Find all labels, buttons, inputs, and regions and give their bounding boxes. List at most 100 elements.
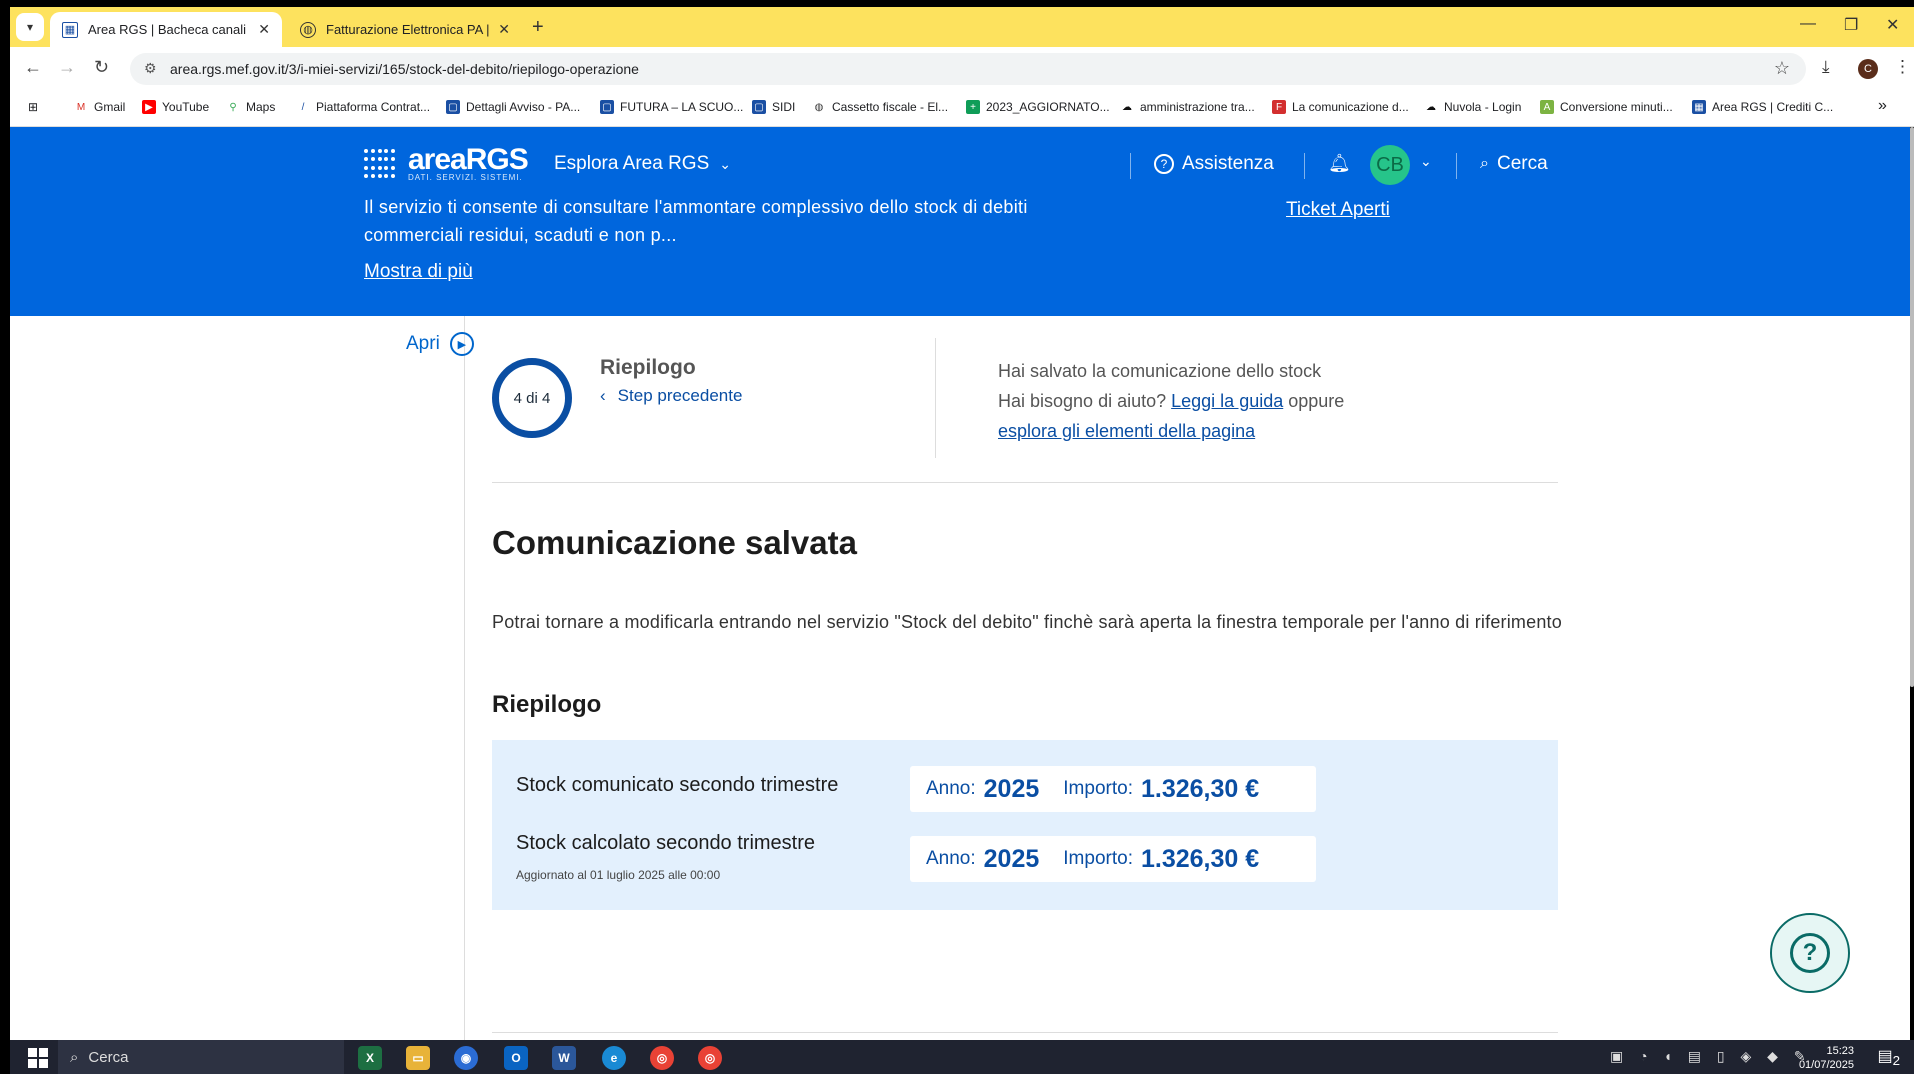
explore-elements-link[interactable]: esplora gli elementi della pagina xyxy=(998,421,1255,441)
chrome-profile-icon[interactable]: ◎ xyxy=(698,1046,722,1070)
apps-grid-icon[interactable]: ⊞ xyxy=(28,100,38,114)
menu-kebab-icon[interactable]: ⋮ xyxy=(1894,57,1911,77)
bookmark-youtube[interactable]: ▶ YouTube xyxy=(142,100,209,114)
open-tickets-link[interactable]: Ticket Aperti xyxy=(1286,199,1390,221)
bookmark-conversione[interactable]: A Conversione minuti... xyxy=(1540,100,1673,114)
step-progress-ring: 4 di 4 xyxy=(492,358,572,438)
main-content: Apri ▶ 4 di 4 Riepilogo ‹ Step precedente… xyxy=(10,316,1910,1040)
service-description: Il servizio ti consente di consultare l'… xyxy=(364,197,1028,245)
chrome-icon[interactable]: ◎ xyxy=(650,1046,674,1070)
globe-icon: ◍ xyxy=(300,21,316,38)
question-icon: ? xyxy=(1790,933,1830,973)
tab-search-button[interactable]: ▾ xyxy=(16,13,44,41)
page-icon: ▢ xyxy=(600,100,614,114)
youtube-icon: ▶ xyxy=(142,100,156,114)
value-pill: Anno: 2025 Importo: 1.326,30 € xyxy=(910,766,1316,812)
user-avatar[interactable]: CB xyxy=(1370,145,1410,185)
windows-taskbar: ⌕ Cerca X ▭ ◉ O W e ◎ ◎ ▣ ◔ ◖ ▤ ▯ ◈ ◆ ✎ … xyxy=(10,1040,1914,1074)
profile-avatar[interactable]: C xyxy=(1858,59,1878,79)
guide-link[interactable]: Leggi la guida xyxy=(1171,391,1283,411)
fa-icon: F xyxy=(1272,100,1286,114)
logo-dots-icon xyxy=(364,148,396,181)
minimize-icon[interactable]: — xyxy=(1800,15,1816,33)
logo-text: areaRGS xyxy=(408,143,529,176)
logo-subtitle: DATI. SERVIZI. SISTEMI. xyxy=(408,173,523,182)
sidebar-open-button[interactable]: Apri ▶ xyxy=(406,332,474,356)
show-more-link[interactable]: Mostra di più xyxy=(364,261,473,283)
conversion-icon: A xyxy=(1540,100,1554,114)
file-explorer-icon[interactable]: ▭ xyxy=(406,1046,430,1070)
close-icon[interactable]: ✕ xyxy=(258,21,270,38)
reload-icon[interactable]: ↻ xyxy=(94,57,109,78)
excel-icon[interactable]: X xyxy=(358,1046,382,1070)
notification-center-icon[interactable]: ▤2 xyxy=(1877,1046,1900,1068)
summary-title: Riepilogo xyxy=(492,691,602,718)
tab-fatturazione[interactable]: ◍ Fatturazione Elettronica PA | Ge ✕ xyxy=(288,12,522,47)
info-paragraph: Potrai tornare a modificarla entrando ne… xyxy=(492,612,1562,632)
bookmark-dettagli-avviso[interactable]: ▢ Dettagli Avviso - PA... xyxy=(446,100,580,114)
bookmark-star-icon[interactable]: ☆ xyxy=(1774,58,1790,79)
amount-value: 1.326,30 € xyxy=(1140,774,1260,803)
question-circle-icon: ? xyxy=(1154,154,1174,174)
summary-box: Stock comunicato secondo trimestre Anno:… xyxy=(492,740,1558,910)
help-fab-button[interactable]: ? xyxy=(1770,913,1850,993)
bookmark-nuvola[interactable]: ☁ Nuvola - Login xyxy=(1424,100,1521,114)
saved-message: Hai salvato la comunicazione dello stock xyxy=(998,361,1322,381)
search-icon: ⌕ xyxy=(70,1048,79,1066)
tab-title: Area RGS | Bacheca canali xyxy=(88,22,247,37)
explore-menu[interactable]: Esplora Area RGS ⌄ xyxy=(554,153,731,175)
clock[interactable]: 15:23 01/07/2025 xyxy=(1799,1044,1854,1072)
divider xyxy=(492,1032,1558,1033)
assistance-link[interactable]: ? Assistenza xyxy=(1154,153,1274,175)
divider xyxy=(492,482,1558,483)
close-icon[interactable]: ✕ xyxy=(498,21,510,38)
gmail-icon: M xyxy=(76,101,86,113)
page-title: Comunicazione salvata xyxy=(492,524,857,561)
area-rgs-logo[interactable]: areaRGS DATI. SERVIZI. SISTEMI. xyxy=(364,143,529,182)
forward-arrow-icon[interactable]: → xyxy=(58,57,76,78)
bookmark-area-rgs-crediti[interactable]: ▦ Area RGS | Crediti C... xyxy=(1692,100,1833,114)
outlook-icon[interactable]: O xyxy=(504,1046,528,1070)
search-link[interactable]: ⌕ Cerca xyxy=(1480,153,1548,175)
bookmark-piattaforma[interactable]: / Piattaforma Contrat... xyxy=(296,100,430,114)
help-box: Hai salvato la comunicazione dello stock… xyxy=(998,356,1344,446)
close-window-icon[interactable]: ✕ xyxy=(1886,15,1899,35)
more-bookmarks-icon[interactable]: » xyxy=(1878,97,1887,115)
step-counter: 4 di 4 xyxy=(513,389,551,407)
app-icon[interactable]: ◉ xyxy=(454,1046,478,1070)
back-arrow-icon[interactable]: ← xyxy=(24,57,42,78)
bookmark-maps[interactable]: ⚲ Maps xyxy=(226,100,275,114)
word-icon[interactable]: W xyxy=(552,1046,576,1070)
site-settings-icon[interactable]: ⚙ xyxy=(144,60,157,77)
download-icon[interactable]: ⤓ xyxy=(1822,57,1830,77)
area-rgs-favicon-icon: ▦ xyxy=(62,21,78,38)
year-value: 2025 xyxy=(983,844,1040,873)
bookmark-2023-aggiornato[interactable]: +2023_AGGIORNATO... xyxy=(966,100,1110,114)
bookmark-amministrazione[interactable]: ☁ amministrazione tra... xyxy=(1120,100,1255,114)
windows-start-icon[interactable] xyxy=(28,1048,48,1068)
address-bar[interactable]: ⚙ area.rgs.mef.gov.it/3/i-miei-servizi/1… xyxy=(130,53,1806,85)
taskbar-search[interactable]: ⌕ Cerca xyxy=(58,1040,344,1074)
bookmark-comunicazione[interactable]: F La comunicazione d... xyxy=(1272,100,1409,114)
divider xyxy=(935,338,936,458)
row-label: Stock calcolato secondo trimestre xyxy=(516,832,816,854)
page-scrollbar[interactable] xyxy=(1910,127,1914,687)
tab-title: Fatturazione Elettronica PA | Ge xyxy=(326,22,493,37)
restore-icon[interactable]: ❐ xyxy=(1844,15,1858,35)
divider xyxy=(1456,153,1457,179)
chevron-down-icon[interactable]: ⌄ xyxy=(1420,153,1432,170)
new-tab-button[interactable]: + xyxy=(532,16,544,39)
bookmark-cassetto-fiscale[interactable]: ◍ Cassetto fiscale - El... xyxy=(812,100,948,114)
cloud-icon: ☁ xyxy=(1426,101,1436,113)
bookmark-futura[interactable]: ▢ FUTURA – LA SCUO... xyxy=(600,100,743,114)
system-tray-icons[interactable]: ▣ ◔ ◖ ▤ ▯ ◈ ◆ ✎ xyxy=(1610,1048,1812,1065)
bookmark-gmail[interactable]: M Gmail xyxy=(74,100,126,114)
tab-area-rgs[interactable]: ▦ Area RGS | Bacheca canali ✕ xyxy=(50,12,282,47)
previous-step-link[interactable]: ‹ Step precedente xyxy=(600,386,742,406)
bookmark-sidi[interactable]: ▢ SIDI xyxy=(752,100,795,114)
piattaforma-icon: / xyxy=(301,101,305,113)
chevron-down-icon: ⌄ xyxy=(719,155,731,172)
edge-icon[interactable]: e xyxy=(602,1046,626,1070)
bell-icon[interactable]: 🔔︎ xyxy=(1328,153,1351,174)
site-header: areaRGS DATI. SERVIZI. SISTEMI. Esplora … xyxy=(10,127,1910,316)
